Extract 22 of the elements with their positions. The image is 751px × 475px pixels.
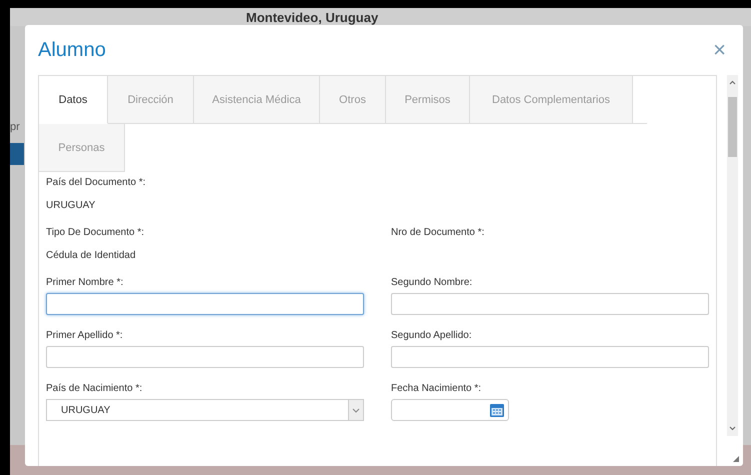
tab[interactable]: Datos Complementarios	[470, 76, 633, 124]
field-value: Cédula de Identidad	[46, 249, 137, 262]
select-field[interactable]: URUGUAY	[46, 399, 364, 421]
tab[interactable]: Asistencia Médica	[194, 76, 320, 124]
tab[interactable]: Personas	[39, 124, 125, 172]
tab[interactable]: Permisos	[386, 76, 470, 124]
field-label: País de Nacimiento *:	[46, 382, 144, 395]
close-button[interactable]: ×	[713, 40, 726, 60]
dialog-title: Alumno	[38, 38, 106, 62]
field-label: Nro de Documento *:	[391, 226, 486, 239]
field-label: Tipo De Documento *:	[46, 226, 146, 239]
header-subtitle: Montevideo, Uruguay	[246, 10, 378, 26]
field-label: Segundo Nombre:	[391, 276, 474, 289]
field-label: Primer Nombre *:	[46, 276, 124, 289]
field-value: URUGUAY	[46, 199, 96, 212]
tab[interactable]: Dirección	[108, 76, 194, 124]
field-label: País del Documento *:	[46, 176, 146, 189]
tab[interactable]: Otros	[320, 76, 386, 124]
side-text: pr	[10, 121, 21, 133]
field-label: Segundo Apellido:	[391, 329, 473, 342]
field-label: Primer Apellido *:	[46, 329, 124, 342]
field-label: Fecha Nacimiento *:	[391, 382, 482, 395]
